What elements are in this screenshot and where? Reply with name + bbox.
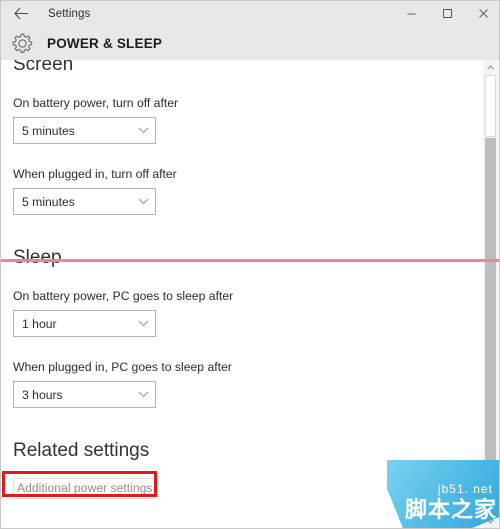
maximize-button[interactable] xyxy=(429,1,465,26)
settings-content: Screen On battery power, turn off after … xyxy=(1,60,485,528)
title-bar: Settings xyxy=(1,1,499,26)
dropdown-sleep-battery[interactable]: 1 hour xyxy=(13,310,156,337)
dropdown-sleep-battery-value: 1 hour xyxy=(22,316,57,331)
back-button[interactable] xyxy=(1,1,41,26)
section-heading-related: Related settings xyxy=(13,440,150,461)
dropdown-sleep-plugged[interactable]: 3 hours xyxy=(13,381,156,408)
scrollbar-track[interactable] xyxy=(483,75,498,514)
chevron-down-icon xyxy=(131,320,155,327)
scroll-inner: Screen On battery power, turn off after … xyxy=(1,60,485,499)
app-title: Settings xyxy=(48,7,91,20)
dropdown-screen-battery-value: 5 minutes xyxy=(22,123,75,138)
caret-up-icon xyxy=(487,65,494,70)
dropdown-screen-plugged-value: 5 minutes xyxy=(22,194,75,209)
chevron-down-icon xyxy=(131,127,155,134)
page-header: POWER & SLEEP xyxy=(1,26,499,60)
label-screen-plugged: When plugged in, turn off after xyxy=(13,167,177,181)
scrollbar-thumb[interactable] xyxy=(485,75,496,137)
label-sleep-battery: On battery power, PC goes to sleep after xyxy=(13,289,234,303)
scrollbar-lower-track[interactable] xyxy=(485,138,496,514)
close-button[interactable] xyxy=(465,1,499,26)
gear-icon xyxy=(1,32,43,55)
section-heading-screen: Screen xyxy=(13,60,74,75)
dropdown-screen-battery[interactable]: 5 minutes xyxy=(13,117,156,144)
vertical-scrollbar[interactable] xyxy=(483,60,498,528)
annotation-underline xyxy=(1,259,499,262)
caret-down-icon xyxy=(487,519,494,524)
back-arrow-icon xyxy=(13,7,29,20)
caption-buttons xyxy=(393,1,499,26)
settings-window: Settings POWER & SLEEP Screen On battery… xyxy=(0,0,500,529)
close-icon xyxy=(478,8,489,19)
label-sleep-plugged: When plugged in, PC goes to sleep after xyxy=(13,360,232,374)
maximize-icon xyxy=(442,8,453,19)
chevron-down-icon xyxy=(131,391,155,398)
scroll-down-button[interactable] xyxy=(483,514,498,528)
label-screen-battery: On battery power, turn off after xyxy=(13,96,179,110)
section-heading-sleep: Sleep xyxy=(13,247,62,268)
scroll-up-button[interactable] xyxy=(483,60,498,75)
page-title: POWER & SLEEP xyxy=(47,35,163,51)
dropdown-sleep-plugged-value: 3 hours xyxy=(22,387,63,402)
dropdown-screen-plugged[interactable]: 5 minutes xyxy=(13,188,156,215)
minimize-icon xyxy=(406,8,417,19)
minimize-button[interactable] xyxy=(393,1,429,26)
chevron-down-icon xyxy=(131,198,155,205)
annotation-highlight-box xyxy=(2,471,157,497)
